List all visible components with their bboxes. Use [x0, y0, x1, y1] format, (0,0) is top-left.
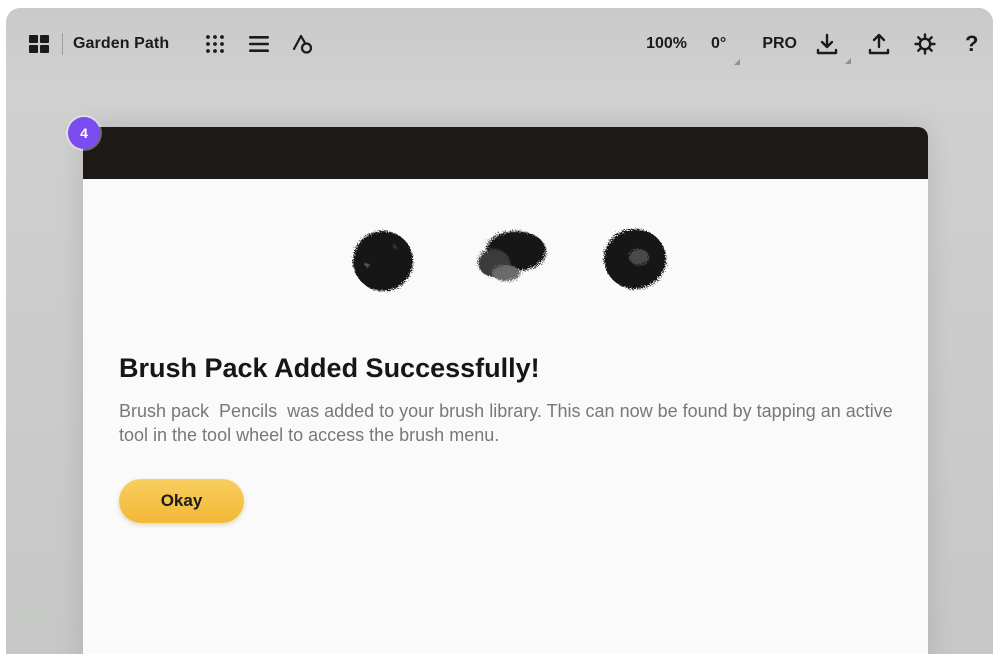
- toolbar-left-group: Garden Path: [28, 32, 335, 56]
- shapes-icon[interactable]: [291, 32, 315, 56]
- dropdown-corner-indicator: [734, 59, 741, 65]
- toolbar-right-group: 100% 0° PRO ?: [646, 30, 979, 65]
- brush-previews: [83, 217, 928, 297]
- pencil-brush-stroke-icon: [604, 229, 666, 289]
- pencil-brush-stroke-icon: [353, 231, 413, 291]
- dot-grid-icon[interactable]: [203, 32, 227, 56]
- pencil-brush-stroke-icon: [478, 231, 546, 281]
- rotation-angle[interactable]: 0°: [711, 35, 741, 65]
- rotation-value: 0°: [711, 35, 727, 52]
- gallery-grid-icon[interactable]: [28, 33, 50, 55]
- okay-button[interactable]: Okay: [119, 479, 244, 523]
- pro-button[interactable]: PRO: [762, 35, 797, 53]
- brush-pack-dialog: Brush Pack Added Successfully! Brush pac…: [83, 127, 928, 654]
- share-upload-icon[interactable]: [867, 32, 891, 56]
- dialog-message: Brush pack Pencils was added to your bru…: [119, 401, 898, 445]
- dropdown-corner-indicator: [845, 58, 851, 64]
- hamburger-menu-icon[interactable]: [247, 32, 271, 56]
- dialog-title: Brush Pack Added Successfully!: [119, 353, 540, 383]
- document-title[interactable]: Garden Path: [73, 35, 169, 53]
- top-toolbar: Garden Path 100% 0° PRO ?: [6, 8, 993, 80]
- zoom-level[interactable]: 100%: [646, 35, 687, 53]
- step-badge: 4: [68, 117, 100, 149]
- help-button[interactable]: ?: [965, 31, 979, 57]
- dialog-header-bar: [83, 127, 928, 179]
- settings-icon[interactable]: [913, 32, 937, 56]
- toolbar-divider: [62, 33, 63, 55]
- export-download-icon[interactable]: [815, 32, 851, 64]
- app-window: Garden Path 100% 0° PRO ? 4 Brush Pack A…: [6, 8, 993, 654]
